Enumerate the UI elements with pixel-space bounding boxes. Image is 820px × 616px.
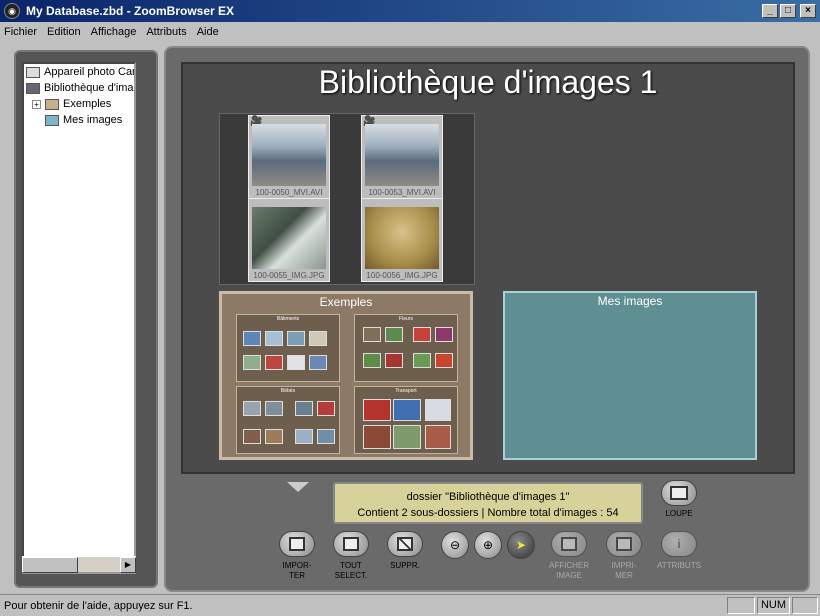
subfolder[interactable]: Bâtiments bbox=[236, 314, 340, 382]
thumbnail-image bbox=[365, 124, 439, 186]
attributes-label: ATTRIBUTS bbox=[657, 561, 701, 570]
thumbnail[interactable]: 🎥 100-0053_MVI.AVI bbox=[361, 115, 443, 199]
loupe-button[interactable] bbox=[661, 480, 697, 506]
menu-affichage[interactable]: Affichage bbox=[91, 26, 137, 38]
tree-item-label: Bibliothèque d'images 1 bbox=[44, 82, 134, 94]
view-image-icon bbox=[561, 537, 577, 551]
folder-icon bbox=[45, 114, 59, 126]
status-panel-empty bbox=[726, 597, 755, 614]
info-line-2: Contient 2 sous-dossiers | Nombre total … bbox=[357, 507, 619, 519]
folder-title: Mes images bbox=[597, 294, 663, 308]
info-box: dossier "Bibliothèque d'images 1" Contie… bbox=[333, 482, 643, 524]
minimize-button[interactable]: _ bbox=[762, 4, 778, 18]
tree-item-library[interactable]: Bibliothèque d'images 1 bbox=[24, 80, 134, 96]
menu-fichier[interactable]: Fichier bbox=[4, 26, 37, 38]
print-button[interactable] bbox=[606, 531, 642, 557]
menu-attributs[interactable]: Attributs bbox=[146, 26, 186, 38]
print-label: IMPRI- MER bbox=[611, 561, 637, 580]
select-mode-button[interactable]: ➤ bbox=[507, 531, 535, 559]
folder-icon bbox=[45, 98, 59, 110]
printer-icon bbox=[616, 537, 632, 551]
select-all-button[interactable] bbox=[333, 531, 369, 557]
folder-tree[interactable]: Appareil photo Canon Bibliothèque d'imag… bbox=[22, 62, 136, 574]
thumbnail-label: 100-0056_IMG.JPG bbox=[366, 271, 438, 280]
num-lock-indicator: NUM bbox=[756, 597, 790, 614]
status-panel-empty bbox=[792, 597, 818, 614]
zoom-in-icon: ⊕ bbox=[482, 538, 494, 552]
tree-item-label: Exemples bbox=[63, 98, 112, 110]
tree-item-label: Mes images bbox=[63, 114, 123, 126]
monitor-icon bbox=[670, 486, 688, 500]
view-image-button[interactable] bbox=[551, 531, 587, 557]
collapse-arrow-icon[interactable] bbox=[287, 482, 309, 492]
folder-title: Exemples bbox=[319, 295, 373, 309]
menu-aide[interactable]: Aide bbox=[197, 26, 219, 38]
subfolder-title: Fleurs bbox=[399, 316, 413, 322]
delete-button[interactable] bbox=[387, 531, 423, 557]
subfolder-title: Transport bbox=[395, 388, 417, 394]
view-image-label: AFFICHER IMAGE bbox=[549, 561, 589, 580]
thumbnail-label: 100-0053_MVI.AVI bbox=[368, 188, 436, 197]
tree-item-mes-images[interactable]: Mes images bbox=[24, 112, 134, 128]
menu-bar: Fichier Edition Affichage Attributs Aide bbox=[0, 22, 820, 42]
thumbnail[interactable]: 100-0055_IMG.JPG bbox=[248, 198, 330, 282]
tree-horizontal-scrollbar[interactable]: ◀ ▶ bbox=[22, 556, 136, 573]
folder-exemples[interactable]: Exemples Bâtiments Fleurs Bébés Transpor… bbox=[219, 291, 473, 460]
subfolder-title: Bâtiments bbox=[276, 316, 300, 322]
delete-label: SUPPR. bbox=[390, 561, 420, 570]
subfolder[interactable]: Fleurs bbox=[354, 314, 458, 382]
import-button[interactable] bbox=[279, 531, 315, 557]
title-bar: ◉ My Database.zbd - ZoomBrowser EX _ □ × bbox=[0, 0, 820, 22]
thumbnail-image bbox=[252, 207, 326, 269]
folder-mes-images[interactable]: Mes images bbox=[503, 291, 757, 460]
subfolder[interactable]: Transport bbox=[354, 386, 458, 454]
tree-item-camera[interactable]: Appareil photo Canon bbox=[24, 64, 134, 80]
attributes-button[interactable]: i bbox=[661, 531, 697, 557]
menu-edition[interactable]: Edition bbox=[47, 26, 81, 38]
tree-item-exemples[interactable]: + Exemples bbox=[24, 96, 134, 112]
thumbnail[interactable]: 🎥 100-0050_MVI.AVI bbox=[248, 115, 330, 199]
scroll-thumb[interactable] bbox=[22, 557, 78, 573]
zoom-in-button[interactable]: ⊕ bbox=[474, 531, 502, 559]
subfolder-title: Bébés bbox=[280, 388, 296, 394]
scroll-right-icon[interactable]: ▶ bbox=[120, 557, 136, 573]
camera-icon bbox=[26, 66, 40, 78]
pointer-icon: ➤ bbox=[515, 538, 527, 552]
library-title: Bibliothèque d'images 1 bbox=[318, 64, 658, 100]
close-button[interactable]: × bbox=[800, 4, 816, 18]
thumbnail-image bbox=[365, 207, 439, 269]
tree-item-label: Appareil photo Canon bbox=[44, 66, 134, 78]
thumbnail-image bbox=[252, 124, 326, 186]
zoom-out-button[interactable]: ⊖ bbox=[441, 531, 469, 559]
library-icon bbox=[26, 82, 40, 94]
import-label: IMPOR- TER bbox=[282, 561, 312, 580]
window-title: My Database.zbd - ZoomBrowser EX bbox=[26, 4, 235, 18]
maximize-button[interactable]: □ bbox=[780, 4, 796, 18]
status-bar: Pour obtenir de l'aide, appuyez sur F1. … bbox=[0, 594, 820, 616]
app-icon[interactable]: ◉ bbox=[4, 3, 20, 19]
status-text: Pour obtenir de l'aide, appuyez sur F1. bbox=[4, 599, 193, 612]
thumbnail[interactable]: 100-0056_IMG.JPG bbox=[361, 198, 443, 282]
delete-icon bbox=[397, 537, 413, 551]
subfolder[interactable]: Bébés bbox=[236, 386, 340, 454]
expand-icon[interactable]: + bbox=[32, 99, 41, 109]
thumbnail-label: 100-0050_MVI.AVI bbox=[255, 188, 323, 197]
select-all-label: TOUT SELECT. bbox=[334, 561, 368, 580]
info-icon: i bbox=[677, 537, 681, 551]
select-all-icon bbox=[343, 537, 359, 551]
zoom-out-icon: ⊖ bbox=[449, 538, 461, 552]
import-icon bbox=[289, 537, 305, 551]
loupe-label: LOUPE bbox=[665, 509, 693, 518]
thumbnail-label: 100-0055_IMG.JPG bbox=[253, 271, 325, 280]
info-line-1: dossier "Bibliothèque d'images 1" bbox=[406, 491, 570, 503]
